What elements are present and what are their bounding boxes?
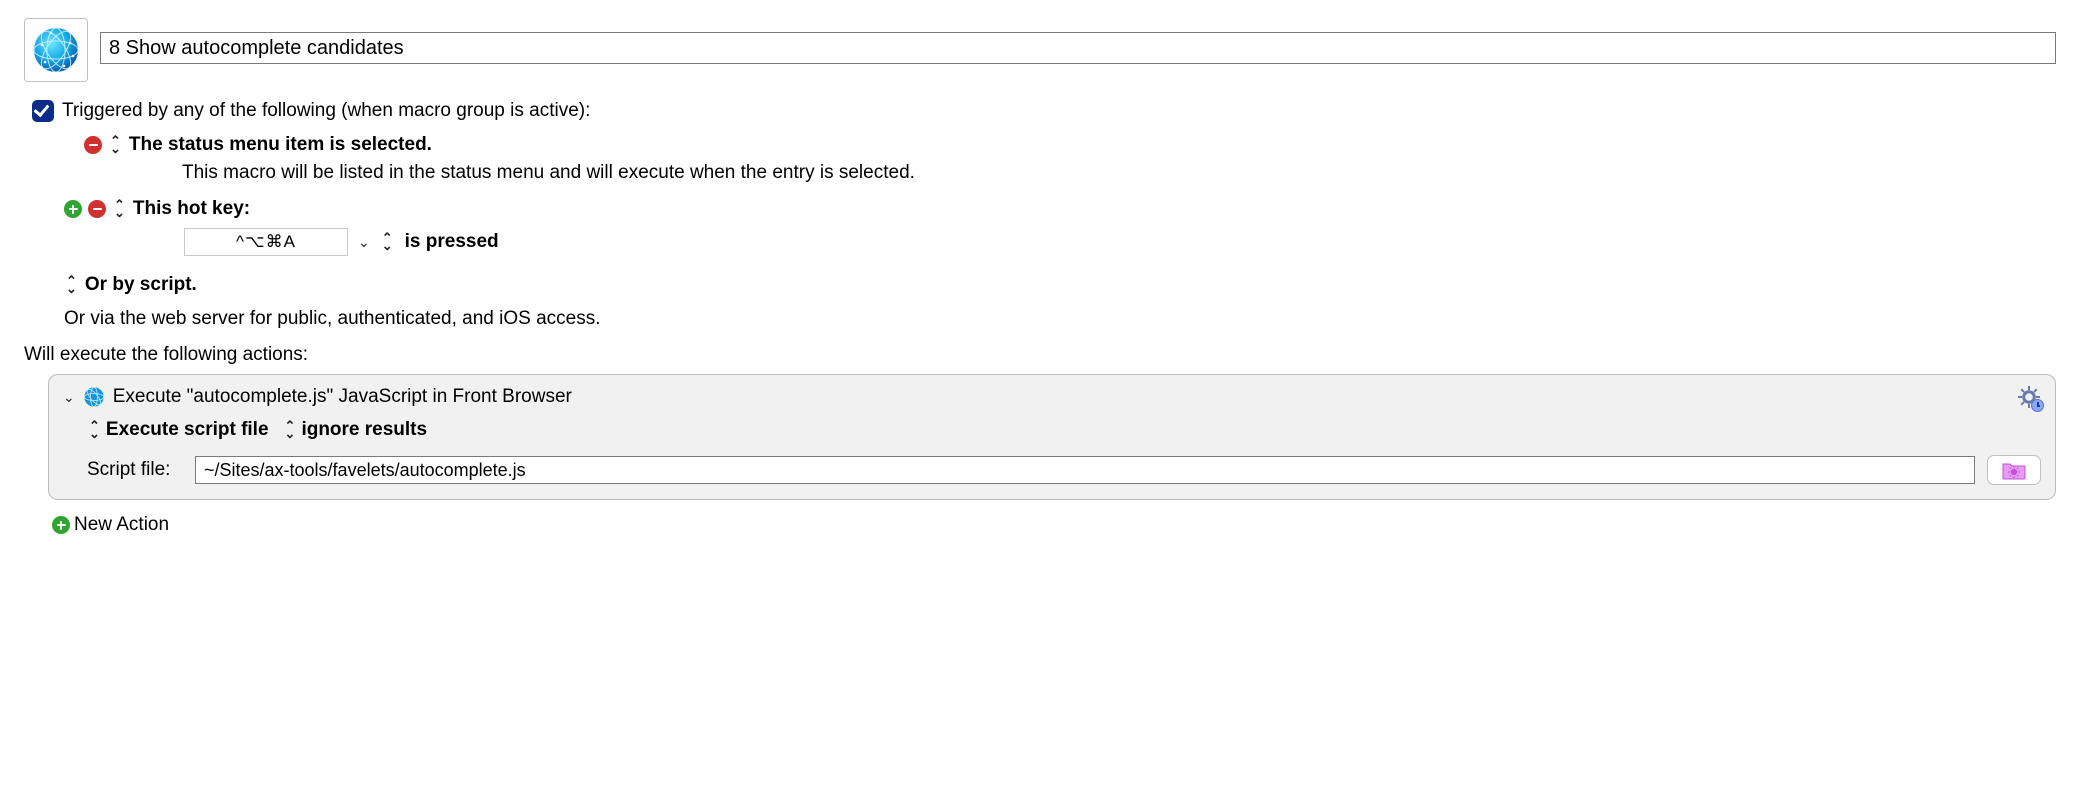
action-settings-button[interactable] xyxy=(2017,385,2041,409)
trigger-status-menu-title: The status menu item is selected. xyxy=(129,134,432,156)
trigger-type-stepper[interactable] xyxy=(110,137,121,153)
remove-trigger-button[interactable] xyxy=(88,200,106,218)
results-mode-label: ignore results xyxy=(301,419,427,441)
hotkey-condition-stepper[interactable] xyxy=(382,234,393,250)
triggers-heading: Triggered by any of the following (when … xyxy=(62,100,590,122)
remove-trigger-button[interactable] xyxy=(84,136,102,154)
hotkey-condition-label: is pressed xyxy=(405,231,499,253)
folder-icon xyxy=(2001,460,2027,480)
script-file-label: Script file: xyxy=(87,459,183,481)
disclosure-chevron-icon[interactable]: ⌄ xyxy=(63,389,75,406)
actions-heading: Will execute the following actions: xyxy=(24,344,2056,366)
script-file-input[interactable] xyxy=(195,456,1975,484)
trigger-hotkey-title: This hot key: xyxy=(133,198,250,220)
new-action-button[interactable] xyxy=(52,516,70,534)
trigger-type-stepper[interactable] xyxy=(114,201,125,217)
macro-icon[interactable] xyxy=(24,18,88,82)
timeout-clock-icon xyxy=(2031,399,2044,412)
action-panel: ⌄ Execute "autocomplete.js" JavaScript i… xyxy=(48,374,2056,500)
globe-icon xyxy=(31,25,81,75)
hotkey-field[interactable]: ^⌥⌘A xyxy=(184,228,348,256)
web-server-note: Or via the web server for public, authen… xyxy=(64,308,2056,330)
or-by-script-label: Or by script. xyxy=(85,274,197,296)
or-by-script-stepper[interactable] xyxy=(66,277,77,293)
action-title: Execute "autocomplete.js" JavaScript in … xyxy=(113,386,572,408)
browse-file-button[interactable] xyxy=(1987,455,2041,485)
new-action-label: New Action xyxy=(74,514,169,536)
execute-mode-label: Execute script file xyxy=(106,419,269,441)
results-mode-stepper[interactable] xyxy=(285,422,296,438)
hotkey-menu-chevron-icon[interactable]: ⌄ xyxy=(358,234,370,251)
add-trigger-button[interactable] xyxy=(64,200,82,218)
globe-icon xyxy=(83,386,105,408)
macro-title-input[interactable] xyxy=(100,32,2056,64)
trigger-status-menu-desc: This macro will be listed in the status … xyxy=(182,162,2056,184)
triggers-enabled-checkbox[interactable] xyxy=(32,100,54,122)
execute-mode-stepper[interactable] xyxy=(89,422,100,438)
